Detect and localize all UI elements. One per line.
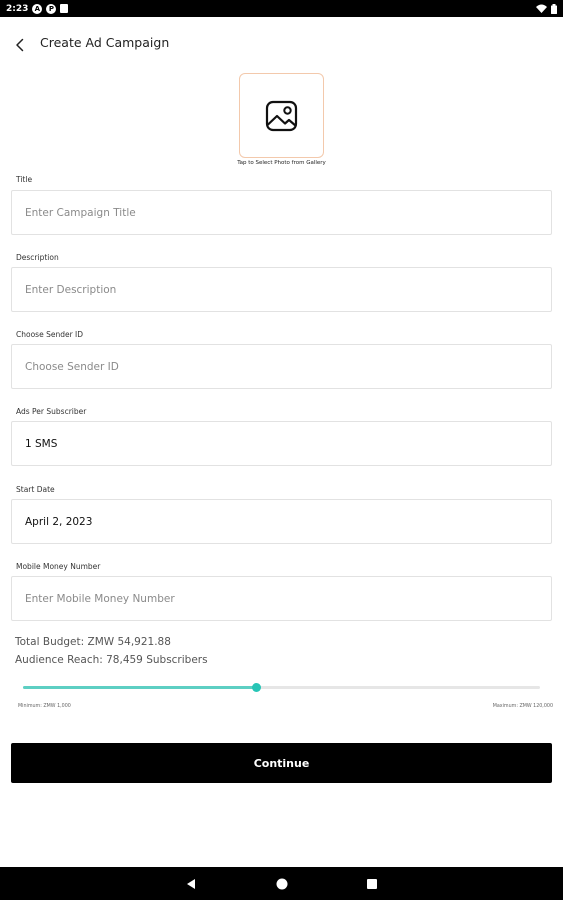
slider-fill [23,686,256,689]
nav-home-icon [276,878,288,890]
back-button[interactable] [8,33,32,57]
mobile-money-label: Mobile Money Number [16,562,101,571]
audience-reach: Audience Reach: 78,459 Subscribers [15,654,208,666]
start-date-value: April 2, 2023 [25,515,93,528]
page-title: Create Ad Campaign [40,35,170,50]
image-icon [265,100,297,131]
sender-id-placeholder: Choose Sender ID [25,360,119,373]
title-placeholder: Enter Campaign Title [25,206,136,219]
nav-recents-button[interactable] [365,877,379,891]
chevron-left-icon [16,38,24,52]
nav-home-button[interactable] [275,877,289,891]
ads-per-subscriber-value: 1 SMS [25,437,58,450]
budget-slider[interactable] [23,683,540,692]
slider-min-label: Minimum: ZMW 1,000 [18,704,71,709]
description-placeholder: Enter Description [25,283,117,296]
navigation-bar [0,867,563,900]
status-bar: 2:23 A P [0,0,563,17]
photo-picker[interactable] [239,73,324,158]
nav-recents-icon [367,879,377,889]
continue-button[interactable]: Continue [11,743,552,783]
total-budget: Total Budget: ZMW 54,921.88 [15,636,171,648]
sender-id-select[interactable]: Choose Sender ID [11,344,552,389]
sd-card-icon [60,4,69,13]
title-label: Title [16,175,33,184]
wifi-icon [536,4,547,13]
notification-p-icon: P [46,3,57,14]
ads-per-subscriber-field[interactable]: 1 SMS [11,421,552,466]
battery-icon [551,3,557,14]
description-input[interactable]: Enter Description [11,267,552,312]
nav-back-button[interactable] [184,877,198,891]
app-bar: Create Ad Campaign [0,17,563,72]
notification-a-icon: A [32,3,43,14]
mobile-money-input[interactable]: Enter Mobile Money Number [11,576,552,621]
nav-back-icon [187,879,195,889]
mobile-money-placeholder: Enter Mobile Money Number [25,592,175,605]
photo-hint: Tap to Select Photo from Gallery [237,160,326,166]
description-label: Description [16,253,59,262]
start-date-label: Start Date [16,485,55,494]
status-time: 2:23 [6,3,29,14]
slider-max-label: Maximum: ZMW 120,000 [492,704,553,709]
slider-thumb[interactable] [251,683,261,692]
sender-id-label: Choose Sender ID [16,330,84,339]
title-input[interactable]: Enter Campaign Title [11,190,552,235]
status-left: 2:23 A P [6,3,69,14]
status-right [536,3,557,14]
ads-per-subscriber-label: Ads Per Subscriber [16,407,87,416]
start-date-field[interactable]: April 2, 2023 [11,499,552,544]
